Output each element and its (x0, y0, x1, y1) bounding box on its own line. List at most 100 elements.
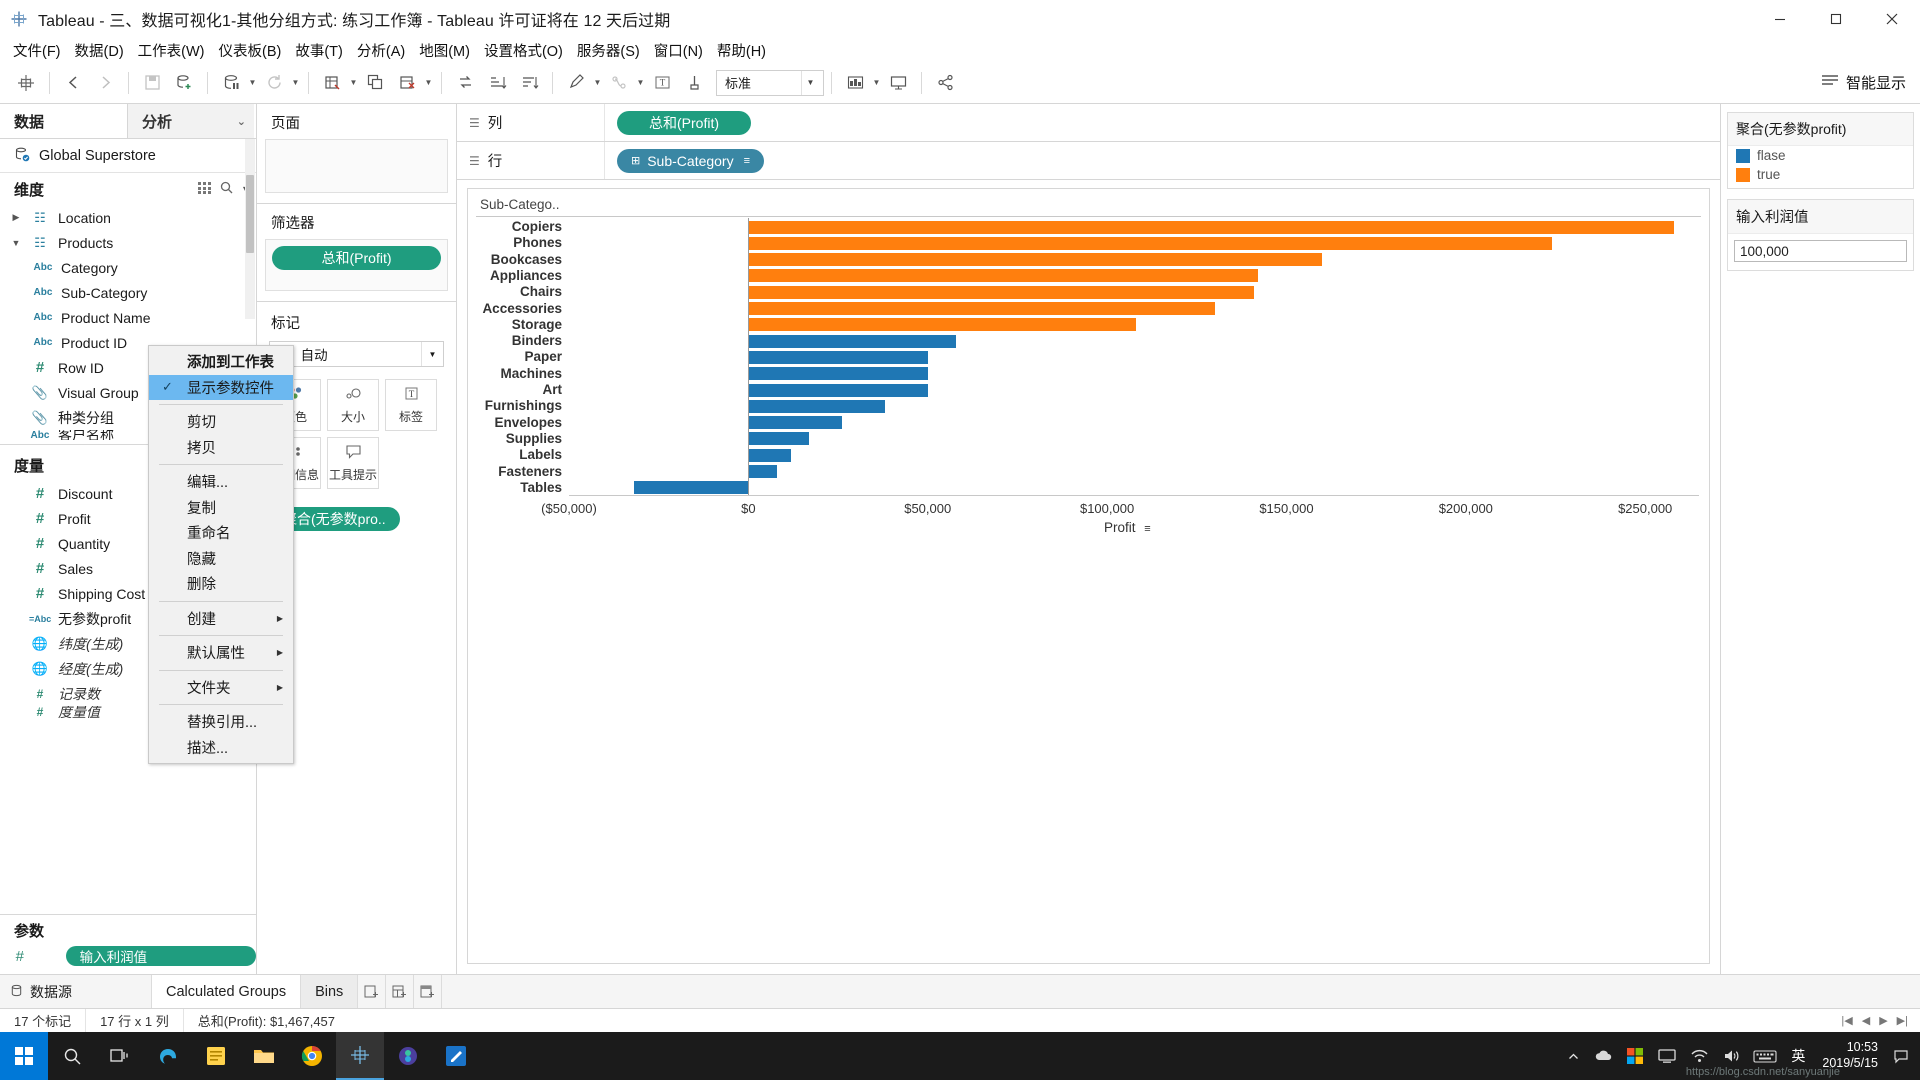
sheet-tab-bins[interactable]: Bins (301, 975, 359, 1008)
legend-item-flase[interactable]: flase (1728, 146, 1913, 165)
clear-filter-icon[interactable] (391, 68, 423, 98)
row-label[interactable]: Copiers (468, 219, 562, 234)
new-dashboard-icon[interactable] (386, 975, 415, 1008)
pause-refresh-icon[interactable] (215, 68, 247, 98)
clear-sheet-dropdown-icon[interactable]: ▼ (348, 68, 359, 98)
context-menu-item[interactable]: 描述... (149, 735, 293, 761)
taskview-icon[interactable] (96, 1032, 144, 1080)
new-story-icon[interactable] (414, 975, 443, 1008)
context-menu-item[interactable]: 剪切 (149, 409, 293, 435)
bar[interactable] (748, 318, 1136, 332)
row-label[interactable]: Paper (468, 349, 562, 364)
tableau-icon[interactable] (336, 1032, 384, 1080)
bar[interactable] (748, 383, 928, 397)
context-menu-item[interactable]: 创建 ▶ (149, 606, 293, 632)
show-cards-icon[interactable] (839, 68, 871, 98)
context-menu-item[interactable]: 替换引用... (149, 709, 293, 735)
back-icon[interactable] (57, 68, 89, 98)
notifications-icon[interactable] (1888, 1032, 1914, 1080)
parameter-value-input[interactable]: 100,000 (1734, 240, 1907, 262)
chevron-down-icon[interactable]: ▼ (801, 70, 819, 95)
forward-icon[interactable] (89, 68, 121, 98)
sort-descending-icon[interactable] (513, 68, 545, 98)
menu-analysis[interactable]: 分析(A) (350, 38, 412, 63)
row-label[interactable]: Storage (468, 317, 562, 332)
row-label[interactable]: Machines (468, 366, 562, 381)
save-icon[interactable] (136, 68, 168, 98)
field-sub-category[interactable]: Abc Sub-Category (0, 280, 256, 305)
filter-pill-sum-profit[interactable]: 总和(Profit) (272, 246, 441, 270)
menu-server[interactable]: 服务器(S) (570, 38, 647, 63)
row-label[interactable]: Fasteners (468, 464, 562, 479)
datasource-row[interactable]: Global Superstore (0, 139, 256, 173)
marks-size-button[interactable]: 大小 (327, 379, 379, 431)
search-icon[interactable] (48, 1032, 96, 1080)
field-location[interactable]: ▶ ☷ Location (0, 205, 256, 230)
row-label[interactable]: Accessories (468, 301, 562, 316)
parameter-pill-input-profit[interactable]: 输入利润值 (65, 946, 256, 966)
highlight-dropdown-icon[interactable]: ▼ (592, 68, 603, 98)
expand-icon[interactable]: ⊞ (631, 154, 640, 167)
bar[interactable] (633, 481, 749, 495)
context-menu-item[interactable]: 删除 (149, 571, 293, 597)
menu-window[interactable]: 窗口(N) (647, 38, 710, 63)
bar[interactable] (748, 416, 842, 430)
close-button[interactable] (1864, 0, 1920, 38)
chevron-down-icon[interactable]: ▼ (10, 238, 22, 248)
swap-axes-icon[interactable] (449, 68, 481, 98)
menu-dashboard[interactable]: 仪表板(B) (212, 38, 289, 63)
group-dropdown-icon[interactable]: ▼ (635, 68, 646, 98)
tableau-prep-icon[interactable] (384, 1032, 432, 1080)
marks-type-selector[interactable]: ██ 自动 ▼ (269, 341, 444, 367)
sort-icon[interactable]: ≡ (744, 155, 750, 167)
row-label[interactable]: Bookcases (468, 252, 562, 267)
rows-drop-target[interactable]: ⊞ Sub-Category ≡ (605, 142, 1720, 179)
first-page-icon[interactable]: |◀ (1841, 1014, 1852, 1027)
minimize-button[interactable] (1752, 0, 1808, 38)
rows-pill-sub-category[interactable]: ⊞ Sub-Category ≡ (617, 148, 765, 173)
bar[interactable] (748, 269, 1258, 283)
row-label[interactable]: Envelopes (468, 415, 562, 430)
context-menu-item[interactable]: ✓ 显示参数控件 (149, 374, 293, 400)
prev-page-icon[interactable]: ◀ (1862, 1014, 1870, 1027)
bar[interactable] (748, 465, 778, 478)
presentation-icon[interactable] (882, 68, 914, 98)
context-menu-item[interactable]: 拷贝 (149, 435, 293, 461)
tab-analytics[interactable]: 分析 ⌄ (127, 104, 254, 138)
menu-help[interactable]: 帮助(H) (710, 38, 773, 63)
search-icon[interactable] (220, 181, 233, 198)
bar[interactable] (748, 448, 792, 462)
row-label[interactable]: Tables (468, 480, 562, 495)
show-cards-dropdown-icon[interactable]: ▼ (871, 68, 882, 98)
bar[interactable] (748, 285, 1255, 299)
bar[interactable] (748, 220, 1674, 234)
bar[interactable] (748, 350, 928, 364)
explorer-icon[interactable] (240, 1032, 288, 1080)
dimensions-scrollbar[interactable] (245, 139, 255, 319)
next-page-icon[interactable]: ▶ (1879, 1014, 1887, 1027)
context-menu-item[interactable]: 添加到工作表 (149, 349, 293, 375)
chrome-icon[interactable] (288, 1032, 336, 1080)
show-labels-icon[interactable]: T (646, 68, 678, 98)
context-menu-item[interactable]: 复制 (149, 495, 293, 521)
new-worksheet-icon[interactable] (358, 975, 387, 1008)
context-menu-item[interactable]: 文件夹 ▶ (149, 675, 293, 701)
menu-map[interactable]: 地图(M) (412, 38, 477, 63)
chevron-right-icon[interactable]: ▶ (10, 212, 22, 223)
cloud-icon[interactable] (1588, 1032, 1618, 1080)
bar[interactable] (748, 302, 1215, 315)
marks-tooltip-button[interactable]: 工具提示 (327, 437, 379, 489)
status-pager[interactable]: |◀ ◀ ▶ ▶| (1841, 1014, 1920, 1027)
row-label[interactable]: Supplies (468, 431, 562, 446)
marks-label-button[interactable]: T 标签 (385, 379, 437, 431)
display-icon[interactable] (1652, 1032, 1682, 1080)
clear-sheet-icon[interactable] (316, 68, 348, 98)
sort-ascending-icon[interactable] (481, 68, 513, 98)
editor-icon[interactable] (432, 1032, 480, 1080)
add-datasource-icon[interactable] (168, 68, 200, 98)
context-menu-item[interactable]: 编辑... (149, 469, 293, 495)
row-label[interactable]: Furnishings (468, 398, 562, 413)
row-label[interactable]: Chairs (468, 284, 562, 299)
columns-drop-target[interactable]: 总和(Profit) (605, 104, 1720, 141)
store-icon[interactable] (1620, 1032, 1650, 1080)
